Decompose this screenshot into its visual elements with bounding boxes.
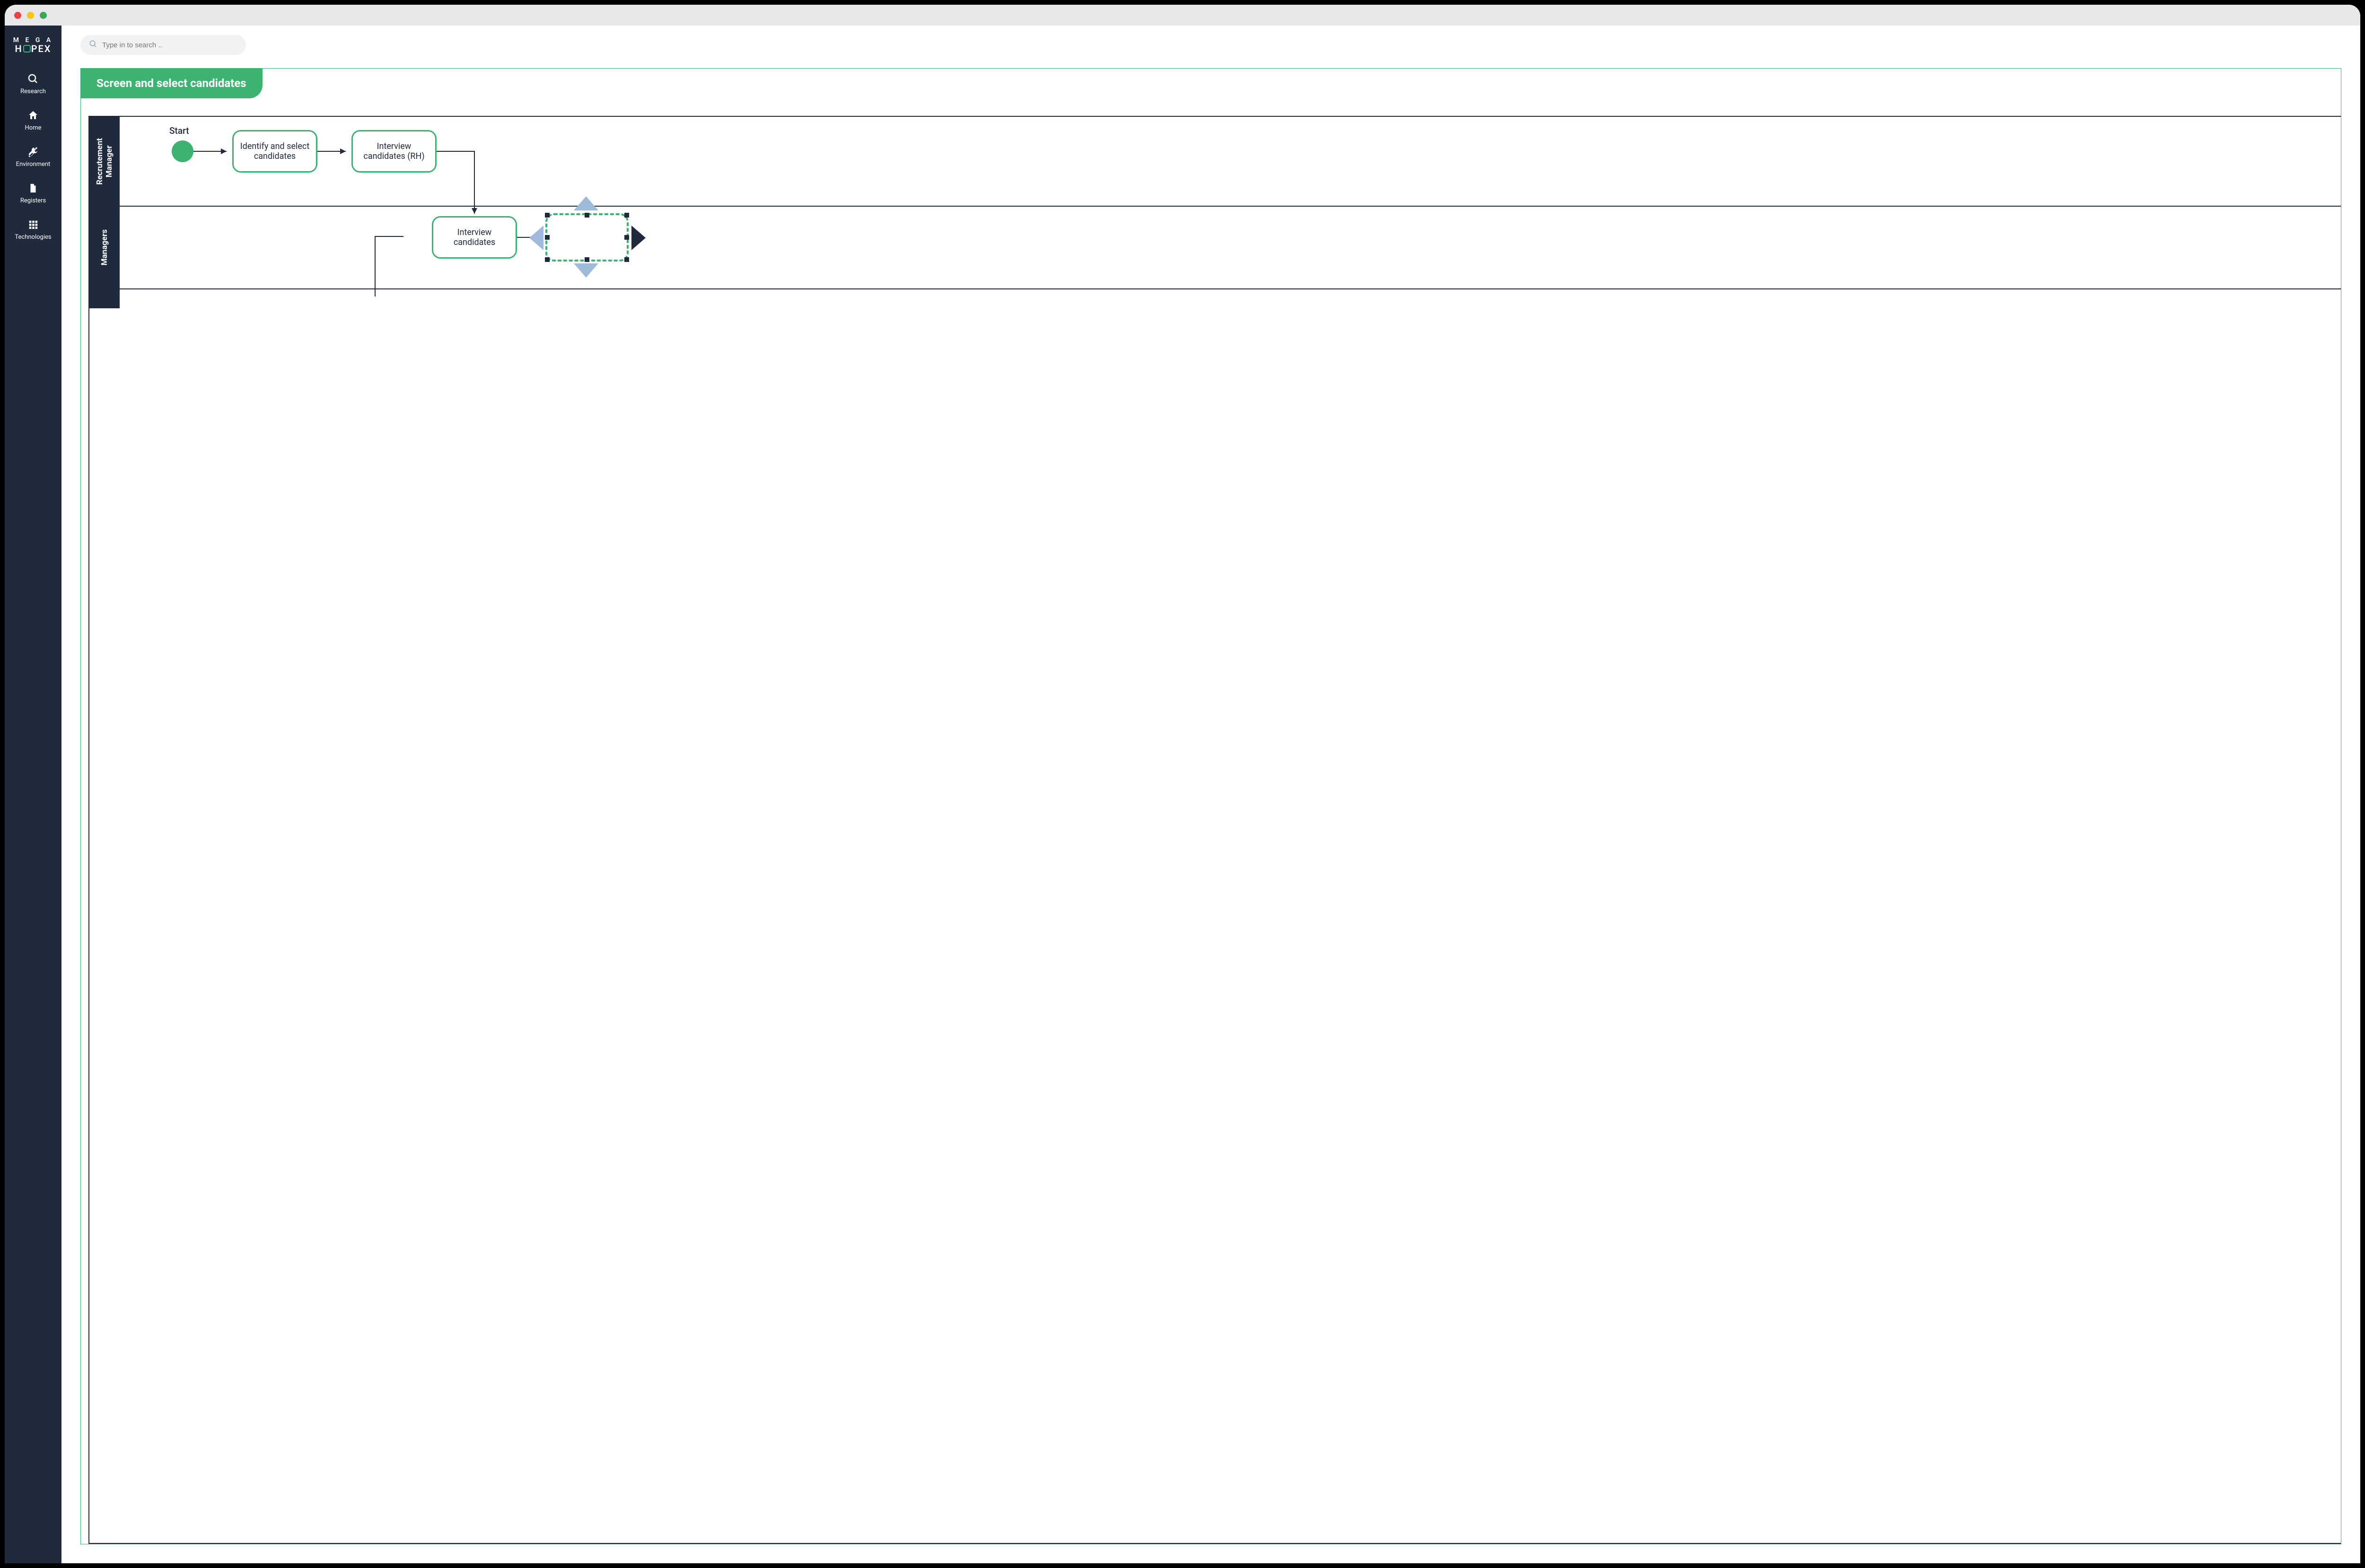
diagram-canvas[interactable]: Screen and select candidates Recrutement…	[80, 68, 2341, 1544]
sidebar-item-label: Environment	[16, 161, 51, 168]
search-input[interactable]	[102, 41, 237, 49]
document-icon	[27, 182, 39, 194]
resize-handle-w[interactable]	[545, 235, 550, 240]
sidebar-item-label: Technologies	[15, 234, 51, 241]
move-down-handle[interactable]	[574, 263, 598, 278]
bpmn-pool: Recrutement Manager Start Identify and s…	[88, 116, 2341, 1544]
logo-o-icon	[23, 45, 31, 52]
app-window: M E G A H PEX Research Home	[5, 5, 2360, 1563]
resize-handle-se[interactable]	[624, 257, 629, 262]
search-icon	[89, 40, 97, 50]
titlebar	[5, 5, 2360, 26]
window-close-button[interactable]	[14, 12, 21, 19]
move-up-handle[interactable]	[574, 196, 598, 210]
task-interview-rh[interactable]: Interview candidates (RH)	[351, 130, 437, 173]
sidebar-item-label: Registers	[20, 197, 46, 204]
window-minimize-button[interactable]	[27, 12, 34, 19]
lane-header: Managers	[89, 207, 120, 288]
app-logo: M E G A H PEX	[13, 37, 53, 54]
sidebar-item-research[interactable]: Research	[20, 73, 46, 95]
sidebar-item-label: Home	[25, 124, 42, 131]
sidebar-item-registers[interactable]: Registers	[20, 182, 46, 204]
lane-recruitment-manager[interactable]: Recrutement Manager Start Identify and s…	[89, 117, 2341, 207]
resize-handle-nw[interactable]	[545, 213, 550, 218]
flow-arrow	[317, 150, 350, 159]
sidebar-item-label: Research	[20, 88, 46, 95]
move-right-handle[interactable]	[631, 226, 646, 250]
start-label: Start	[169, 125, 189, 136]
resize-handle-n[interactable]	[585, 213, 589, 218]
lane-body[interactable]	[120, 289, 2341, 308]
tools-icon	[27, 146, 39, 158]
task-identify-select[interactable]: Identify and select candidates	[232, 130, 317, 173]
window-maximize-button[interactable]	[40, 12, 47, 19]
grid-icon	[27, 218, 39, 231]
sidebar-item-environment[interactable]: Environment	[16, 146, 51, 168]
resize-handle-e[interactable]	[624, 235, 629, 240]
resize-handle-s[interactable]	[585, 257, 589, 262]
lane-body[interactable]: Interview candidates	[120, 207, 2341, 288]
search-bar[interactable]	[80, 35, 246, 55]
logo-bottom: H PEX	[13, 44, 53, 54]
task-interview[interactable]: Interview candidates	[432, 216, 517, 259]
move-left-handle[interactable]	[529, 226, 543, 250]
search-icon	[27, 73, 39, 85]
lane-managers[interactable]: Managers Interview candidates	[89, 207, 2341, 289]
sidebar-item-home[interactable]: Home	[25, 109, 42, 131]
home-icon	[27, 109, 39, 122]
sidebar: M E G A H PEX Research Home	[5, 26, 61, 1563]
app-body: M E G A H PEX Research Home	[5, 26, 2360, 1563]
lane-header: Recrutement Manager	[89, 117, 120, 206]
main-content: Screen and select candidates Recrutement…	[61, 26, 2360, 1563]
lane-header	[89, 289, 120, 308]
lane-body[interactable]: Start Identify and select candidates Int…	[120, 117, 2341, 206]
resize-handle-sw[interactable]	[545, 257, 550, 262]
selected-task-placeholder[interactable]	[545, 213, 629, 261]
sidebar-item-technologies[interactable]: Technologies	[15, 218, 51, 241]
resize-handle-ne[interactable]	[624, 213, 629, 218]
start-event[interactable]	[172, 140, 193, 162]
lane-stub[interactable]	[89, 289, 2341, 308]
flow-arrow	[193, 150, 231, 159]
diagram-title: Screen and select candidates	[80, 68, 263, 98]
